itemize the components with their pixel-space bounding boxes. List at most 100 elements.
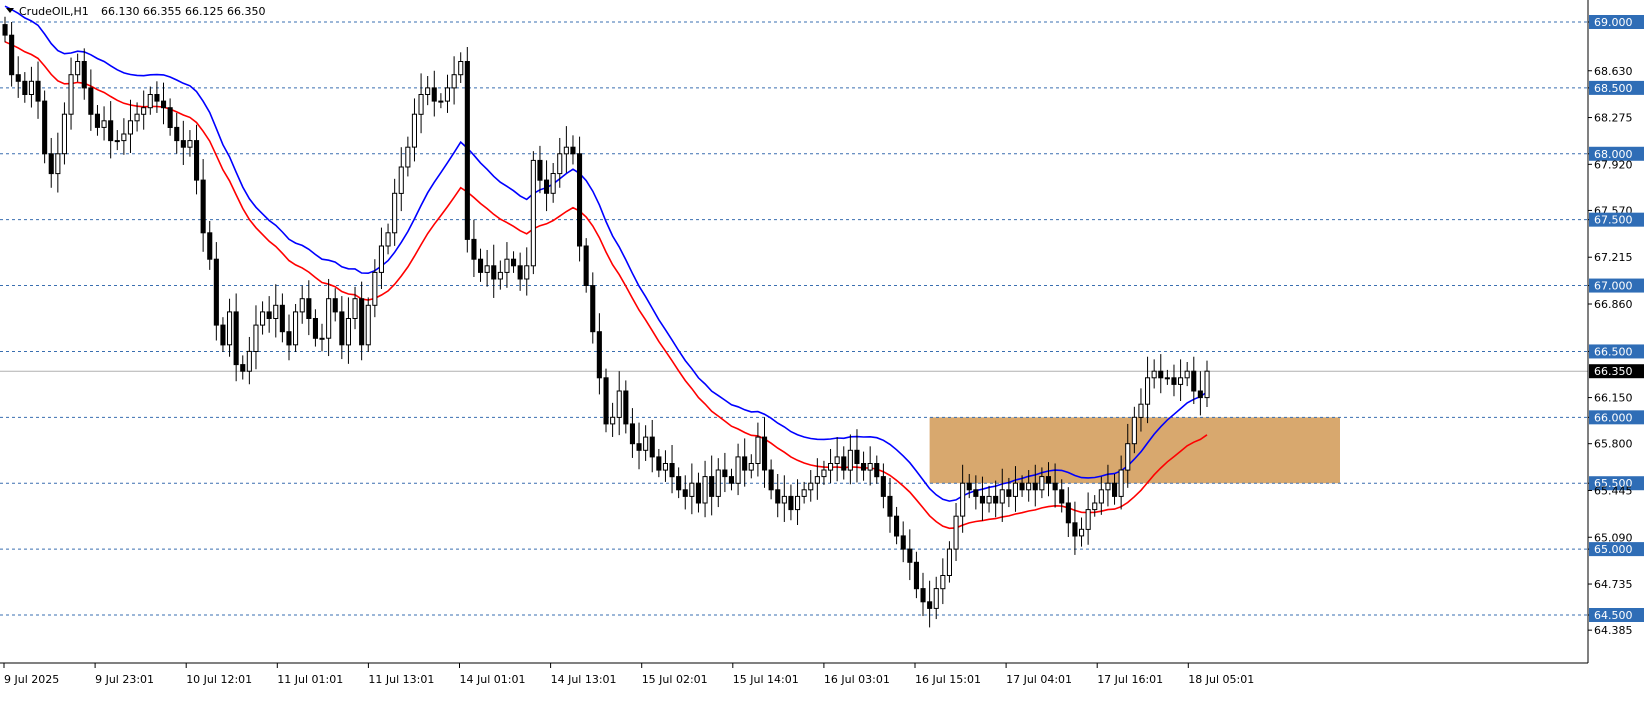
candle: [279, 293, 285, 343]
candle-body: [1158, 370, 1164, 379]
price-chart[interactable]: 69.00068.63068.50068.27568.00067.92067.5…: [0, 0, 1651, 705]
candle: [550, 163, 556, 203]
candle-body: [326, 298, 332, 339]
candle-body: [960, 482, 966, 517]
candle: [75, 53, 81, 82]
candle: [1184, 361, 1190, 387]
candle: [603, 368, 609, 433]
candle-body: [656, 456, 662, 471]
level-label: 69.000: [1594, 16, 1633, 29]
candle-body: [557, 153, 563, 175]
candle: [438, 93, 444, 109]
candle-body: [504, 258, 510, 273]
candle-body: [484, 265, 490, 273]
candle: [365, 297, 371, 352]
level-label: 66.000: [1594, 411, 1633, 424]
candle-body: [147, 94, 153, 109]
candle-body: [933, 588, 939, 609]
candle-body: [88, 87, 94, 115]
candle: [464, 47, 470, 253]
candle: [339, 296, 345, 360]
candle-body: [993, 495, 999, 504]
time-tick-label: 17 Jul 16:01: [1097, 673, 1163, 686]
candle: [187, 130, 193, 157]
candle-body: [563, 146, 569, 155]
candle: [755, 422, 761, 477]
candle-body: [306, 298, 312, 320]
candle-body: [1204, 370, 1210, 399]
candle: [48, 137, 54, 188]
candle-body: [431, 87, 437, 102]
candle: [194, 124, 200, 195]
level-label: 66.500: [1594, 345, 1633, 358]
candle-body: [834, 456, 840, 464]
candle: [544, 160, 550, 212]
candle: [570, 135, 576, 165]
candle: [795, 479, 801, 525]
candle-body: [94, 113, 101, 128]
candle-body: [1197, 390, 1203, 399]
candle-body: [1098, 489, 1104, 504]
candle-body: [332, 298, 338, 313]
candle-body: [517, 265, 523, 280]
candle: [728, 468, 735, 491]
candle: [762, 417, 768, 488]
candle-body: [1052, 482, 1058, 491]
candle-body: [68, 74, 74, 115]
candle-body: [821, 469, 827, 478]
time-tick-label: 11 Jul 01:01: [277, 673, 343, 686]
time-tick-label: 17 Jul 04:01: [1006, 673, 1072, 686]
candle-body: [986, 495, 992, 504]
candle: [913, 551, 920, 599]
candle-body: [537, 159, 543, 181]
candle-body: [874, 463, 880, 478]
candle: [894, 506, 900, 545]
candle: [273, 284, 279, 338]
candle: [577, 136, 583, 262]
candle: [167, 98, 173, 136]
candle: [286, 314, 292, 361]
candle: [900, 521, 906, 563]
candle: [1085, 492, 1091, 545]
candle-body: [689, 482, 695, 497]
candle-body: [1006, 489, 1012, 497]
candle-body: [887, 495, 893, 517]
candle-body: [372, 271, 378, 306]
candle: [940, 558, 946, 605]
time-axis: 9 Jul 2025 9 Jul 23:01 10 Jul 12:01 11 Jul …: [3, 663, 1254, 686]
candle: [68, 57, 74, 130]
candle: [141, 90, 147, 130]
candle: [643, 425, 649, 461]
candle-body: [299, 298, 305, 313]
candle-body: [953, 515, 959, 550]
candle-body: [755, 436, 761, 465]
candle-body: [728, 476, 735, 484]
ohlc-readout: 66.130 66.355 66.125 66.350: [101, 5, 265, 18]
candle-body: [365, 304, 371, 346]
candle-body: [649, 436, 655, 458]
level-label: 68.500: [1594, 82, 1633, 95]
time-tick-label: 14 Jul 13:01: [551, 673, 617, 686]
candle: [253, 305, 259, 370]
candle-body: [1019, 482, 1025, 491]
candle-body: [154, 94, 160, 102]
candle: [478, 248, 484, 282]
candle-body: [187, 140, 193, 148]
candle-body: [180, 140, 186, 148]
candle: [662, 450, 669, 482]
candle-body: [471, 238, 477, 260]
candle-body: [61, 113, 68, 155]
candle: [61, 102, 68, 165]
candle: [411, 98, 417, 162]
candle: [385, 223, 391, 255]
candle-body: [174, 126, 180, 142]
candle: [530, 151, 536, 275]
candle-body: [398, 166, 404, 194]
price-tick-label: 68.630: [1594, 65, 1633, 78]
candle-body: [359, 298, 365, 346]
candle-body: [385, 232, 391, 247]
candle-body: [847, 449, 853, 471]
candle-body: [1079, 528, 1085, 537]
candle-body: [511, 258, 517, 267]
candles: [2, 16, 1210, 628]
